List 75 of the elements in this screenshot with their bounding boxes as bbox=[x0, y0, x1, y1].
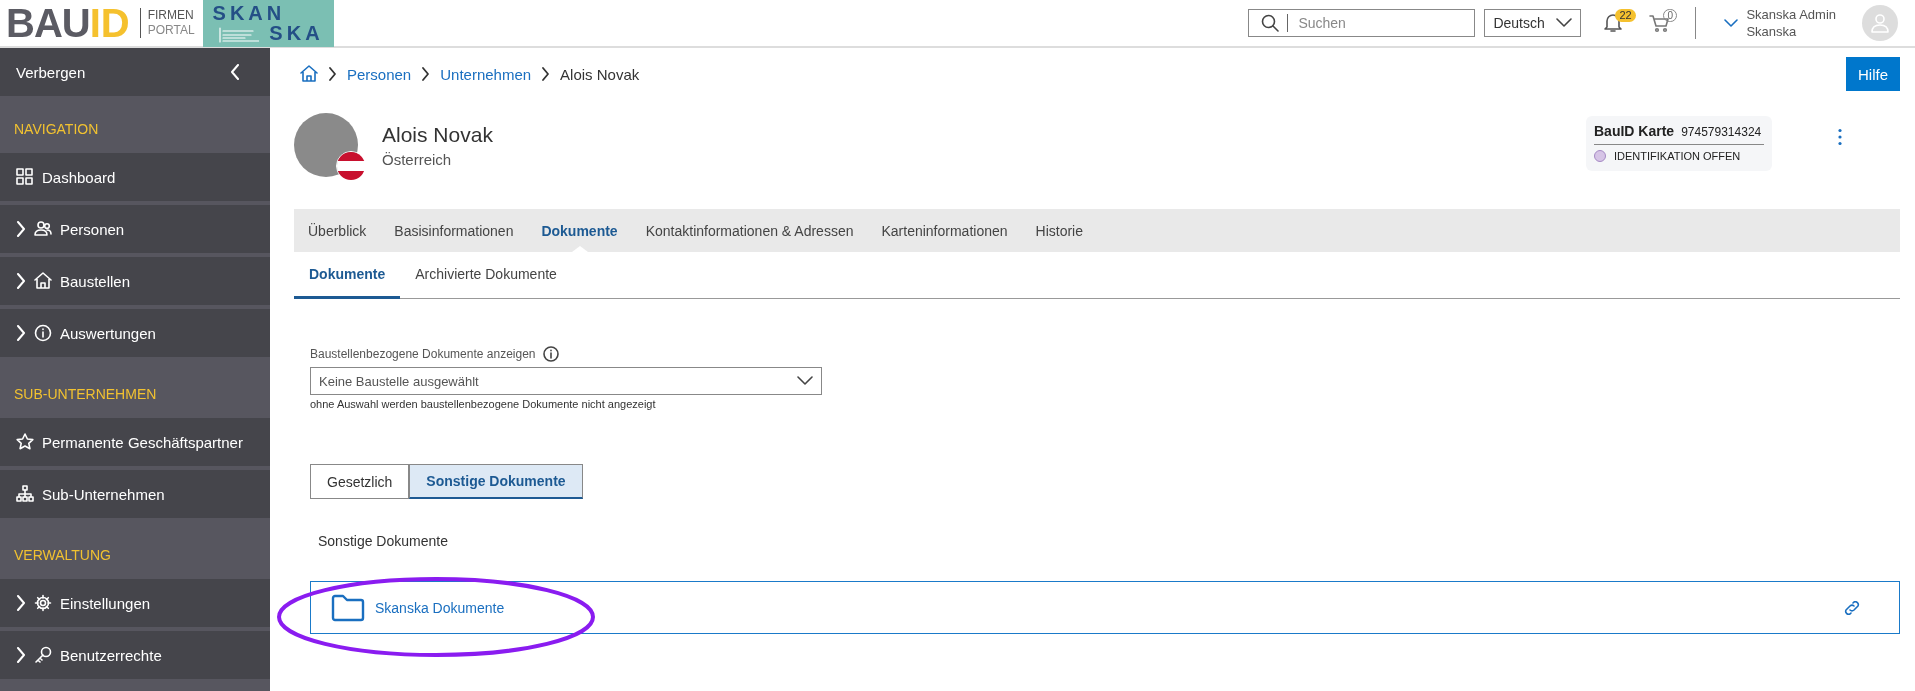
breadcrumb-link[interactable]: Unternehmen bbox=[440, 65, 532, 83]
tab[interactable]: Dokumente bbox=[527, 209, 632, 252]
card-number: 974579314324 bbox=[1681, 125, 1762, 139]
section-title: Sonstige Dokumente bbox=[317, 532, 449, 549]
sidebar-section-title: NAVIGATION bbox=[13, 120, 100, 139]
info-icon bbox=[34, 324, 52, 342]
subtab[interactable]: Dokumente bbox=[294, 252, 401, 299]
link-icon[interactable] bbox=[1843, 600, 1861, 615]
help-button[interactable]: Hilfe bbox=[1846, 57, 1900, 91]
sidebar-item[interactable]: Auswertungen bbox=[0, 309, 270, 357]
person-icon bbox=[1870, 13, 1890, 33]
hierarchy-icon bbox=[16, 485, 34, 503]
sidebar-item[interactable]: Dashboard bbox=[0, 153, 270, 201]
segment-button[interactable]: Gesetzlich bbox=[310, 464, 410, 499]
folder-row[interactable]: Skanska Dokumente bbox=[310, 581, 1900, 634]
chevron-right-icon bbox=[541, 67, 551, 81]
hide-sidebar-button[interactable]: Verbergen bbox=[0, 48, 270, 96]
field-hint: ohne Auswahl werden baustellenbezogene Dokumente nicht angezeigt bbox=[310, 398, 657, 410]
person-country: Österreich bbox=[382, 151, 453, 168]
info-icon[interactable] bbox=[542, 346, 559, 362]
chevron-left-icon bbox=[230, 64, 240, 80]
user-company: Skanska bbox=[1746, 23, 1798, 40]
sidebar-item[interactable]: Permanente Geschäftspartner bbox=[0, 418, 270, 466]
chevron-right-icon bbox=[16, 595, 26, 611]
people-icon bbox=[34, 220, 52, 238]
status-dot bbox=[1594, 150, 1606, 162]
logo: BAUID bbox=[6, 3, 130, 43]
sidebar-section-title: VERWALTUNG bbox=[13, 546, 112, 565]
tab[interactable]: Kontaktinformationen & Adressen bbox=[631, 209, 868, 252]
sidebar-item[interactable]: Benutzerrechte bbox=[0, 631, 270, 679]
grid-icon bbox=[16, 168, 34, 186]
segment-button[interactable]: Sonstige Dokumente bbox=[409, 464, 583, 499]
tab[interactable]: Basisinformationen bbox=[380, 209, 528, 252]
card-title: BauID Karte bbox=[1594, 123, 1675, 139]
house-icon bbox=[34, 272, 52, 290]
breadcrumb-link[interactable]: Personen bbox=[347, 65, 412, 83]
chevron-right-icon bbox=[16, 647, 26, 663]
chevron-right-icon bbox=[16, 221, 26, 237]
chevron-down-icon bbox=[1556, 18, 1573, 28]
client-logo: SKAN SKA bbox=[202, 0, 334, 47]
sidebar-item[interactable]: Personen bbox=[0, 205, 270, 253]
person-name: Alois Novak bbox=[382, 123, 493, 147]
home-icon[interactable] bbox=[300, 65, 318, 83]
chevron-right-icon bbox=[328, 67, 337, 81]
search-input[interactable]: Suchen bbox=[1287, 14, 1458, 32]
lines-icon bbox=[218, 27, 259, 43]
tab[interactable]: Überblick bbox=[308, 209, 381, 252]
gear-icon bbox=[34, 594, 52, 612]
search-field[interactable]: Suchen bbox=[1248, 9, 1476, 37]
chevron-down-icon[interactable] bbox=[1724, 18, 1739, 28]
tab[interactable]: Karteninformationen bbox=[867, 209, 1022, 252]
chevron-down-icon bbox=[797, 376, 813, 386]
key-icon bbox=[34, 646, 52, 664]
chevron-right-icon bbox=[16, 325, 26, 341]
search-icon bbox=[1261, 14, 1280, 32]
language-dropdown[interactable]: Deutsch bbox=[1484, 9, 1582, 37]
user-name: Skanska Admin bbox=[1746, 6, 1836, 23]
sidebar-item[interactable]: Baustellen bbox=[0, 257, 270, 305]
tab[interactable]: Historie bbox=[1021, 209, 1097, 252]
portal-label: FIRMEN PORTAL bbox=[139, 8, 195, 38]
sidebar-item[interactable]: Einstellungen bbox=[0, 579, 270, 627]
star-icon bbox=[16, 433, 34, 451]
subtab[interactable]: Archivierte Dokumente bbox=[400, 252, 572, 299]
sidebar-item[interactable]: Sub-Unternehmen bbox=[0, 470, 270, 518]
austria-flag-icon bbox=[336, 151, 366, 181]
chevron-right-icon bbox=[16, 273, 26, 289]
chevron-right-icon bbox=[421, 67, 431, 81]
more-options-icon[interactable] bbox=[1837, 128, 1843, 146]
field-label: Baustellenbezogene Dokumente anzeigen bbox=[310, 347, 536, 361]
site-dropdown[interactable]: Keine Baustelle ausgewählt bbox=[310, 367, 822, 395]
folder-icon bbox=[331, 593, 365, 622]
sidebar-section-title: SUB-UNTERNEHMEN bbox=[13, 385, 158, 404]
breadcrumb-current: Alois Novak bbox=[560, 65, 640, 83]
notification-badge: 22 bbox=[1615, 9, 1636, 22]
card-status: IDENTIFIKATION OFFEN bbox=[1614, 150, 1741, 162]
